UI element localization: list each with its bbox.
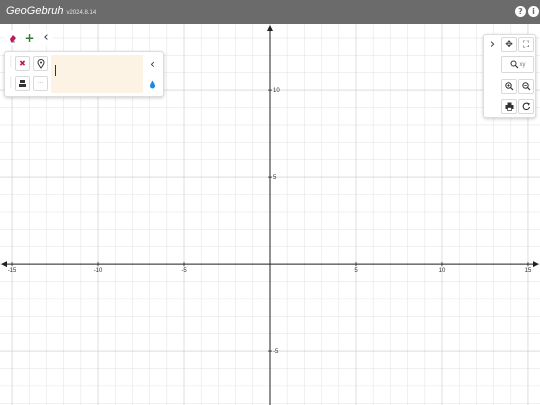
y-axis-arrow-up <box>267 25 273 31</box>
x-tick-label: -10 <box>94 268 103 274</box>
app-title: GeoGebruh v2024.8.14 <box>6 5 97 17</box>
text-caret <box>55 65 56 76</box>
color-drop-icon[interactable] <box>145 77 160 92</box>
zoom-out-icon[interactable] <box>518 79 534 94</box>
drag-grip-icon[interactable]: ⋮ ⋮ <box>8 77 14 89</box>
app-version: v2024.8.14 <box>66 10 97 16</box>
x-tick-label: 5 <box>354 268 358 274</box>
info-circle-icon[interactable]: i <box>528 6 539 17</box>
x-tick-label: 15 <box>525 268 532 274</box>
fullscreen-icon[interactable]: ⛶ <box>518 37 534 52</box>
move-arrows-icon[interactable]: ✥ <box>501 37 517 52</box>
y-tick-label: 5 <box>273 175 277 181</box>
algebra-input[interactable] <box>51 55 143 93</box>
zoom-in-icon[interactable] <box>501 79 517 94</box>
export-icon[interactable] <box>518 99 534 114</box>
x-axis-arrow-left <box>1 261 7 268</box>
x-tick-label: -5 <box>181 268 187 274</box>
chevron-left-icon[interactable]: ‹ <box>39 30 53 45</box>
print-icon[interactable] <box>501 99 517 114</box>
plus-icon[interactable]: + <box>22 30 37 45</box>
x-tick-label: 10 <box>439 268 446 274</box>
zoom-xy-button[interactable]: xy <box>501 56 534 73</box>
eraser-icon[interactable] <box>5 30 20 45</box>
style-brush-icon[interactable] <box>15 76 30 91</box>
chevron-right-icon[interactable]: › <box>485 37 500 52</box>
drag-grip-icon[interactable]: ⋮ ⋮ <box>8 56 14 68</box>
point-marker-icon[interactable] <box>33 56 48 71</box>
x-tick-label: -15 <box>8 268 17 274</box>
delete-x-icon[interactable]: ✖ <box>15 56 30 71</box>
question-circle-icon[interactable]: ? <box>515 6 526 17</box>
magnifier-icon <box>510 60 518 69</box>
y-tick-label: -5 <box>273 349 279 355</box>
y-tick-label: 10 <box>273 88 280 94</box>
more-dots-icon[interactable]: ··· <box>33 76 48 91</box>
title-bar: GeoGebruh v2024.8.14 ? i <box>0 0 540 24</box>
zoom-xy-label: xy <box>519 61 526 68</box>
x-axis-arrow-right <box>533 261 539 268</box>
chevron-left-icon[interactable]: ‹ <box>145 56 160 71</box>
